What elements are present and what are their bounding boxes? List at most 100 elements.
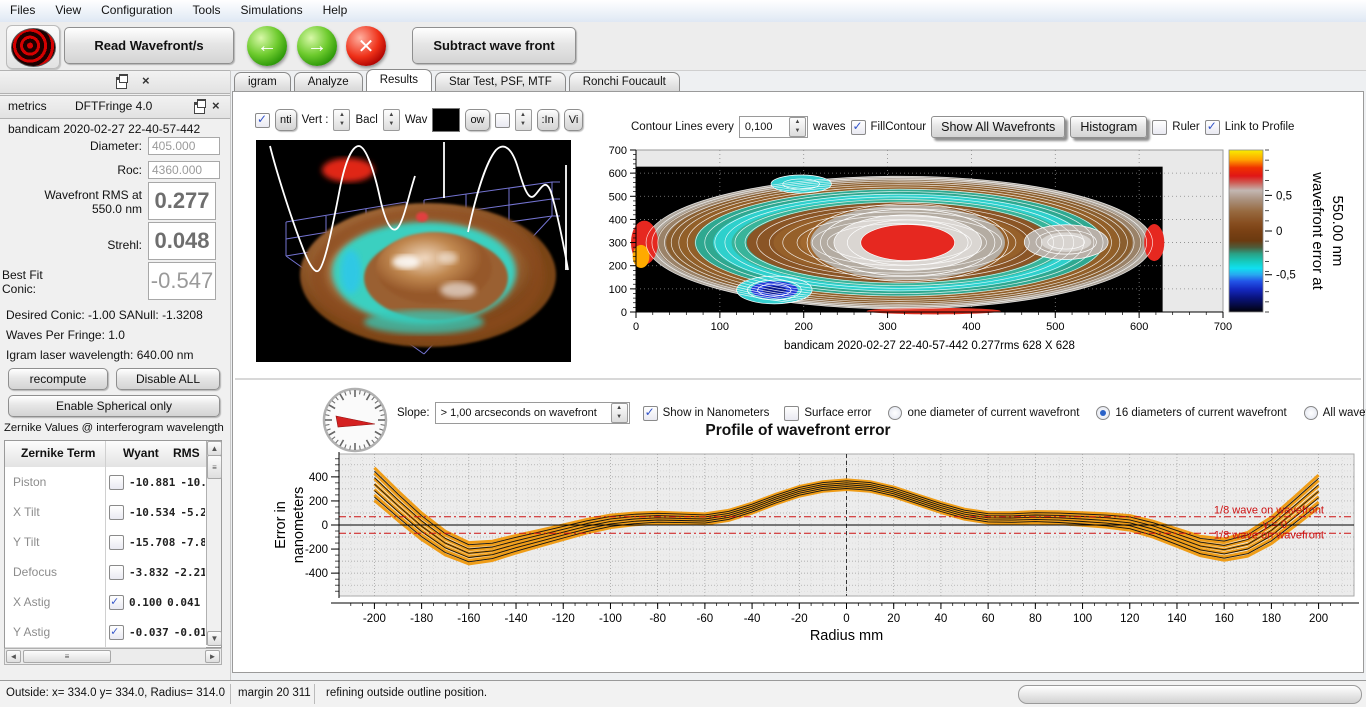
zernike-row-x-astig: X Astig0.1000.041: [5, 587, 206, 618]
col-wyant: Wyant: [123, 446, 159, 460]
metrics-titlebar: metrics DFTFringe 4.0 ×: [0, 95, 230, 119]
show-button[interactable]: ow: [465, 109, 489, 131]
histogram-button[interactable]: Histogram: [1070, 116, 1147, 138]
zernike-enable-checkbox[interactable]: [109, 565, 124, 580]
zernike-rms-value: -2.21: [174, 566, 205, 579]
tab-ronchi-foucault[interactable]: Ronchi Foucault: [569, 72, 680, 91]
vscroll-thumb[interactable]: ≡: [207, 455, 222, 479]
surface3d-spinner[interactable]: ▲▼: [515, 109, 532, 131]
zernike-enable-checkbox[interactable]: [109, 475, 124, 490]
zernike-wyant-value: 0.100: [129, 596, 162, 609]
link-to-profile-checkbox[interactable]: [1205, 120, 1220, 135]
interval-spinner-icon[interactable]: ▲▼: [789, 117, 806, 137]
one-diameter-radio[interactable]: [888, 406, 902, 420]
float-window-icon[interactable]: [194, 102, 205, 114]
zernike-rms-value: -0.01: [174, 626, 205, 639]
slope-label: Slope:: [397, 407, 430, 419]
diameter-field[interactable]: 405.000: [148, 137, 220, 155]
menu-files[interactable]: Files: [0, 0, 45, 22]
best-fit-conic-label: Best FitConic:: [0, 268, 144, 296]
view-button[interactable]: Vi: [564, 109, 584, 131]
zoom-in-button[interactable]: :In: [537, 109, 559, 131]
tab-results[interactable]: Results: [366, 69, 432, 91]
zernike-enable-checkbox[interactable]: [109, 505, 124, 520]
zernike-enable-checkbox[interactable]: [109, 535, 124, 550]
interferogram-button[interactable]: [6, 25, 60, 69]
profile-y-tick-label: 0: [322, 520, 328, 532]
zernike-row-y-tilt: Y Tilt-15.708-7.8: [5, 527, 206, 558]
back-spinner[interactable]: ▲▼: [383, 109, 400, 131]
col-rms: RMS: [173, 446, 200, 460]
zernike-enable-checkbox[interactable]: [109, 595, 124, 610]
profile-x-tick-label: -140: [505, 613, 528, 625]
close-icon[interactable]: ×: [142, 75, 150, 87]
zernike-vscrollbar[interactable]: ▲ ≡ ▼: [206, 441, 221, 645]
float-window-icon[interactable]: [116, 77, 127, 89]
surface-error-label: Surface error: [804, 407, 871, 419]
tab-star-test-psf-mtf[interactable]: Star Test, PSF, MTF: [435, 72, 566, 91]
enable-spherical-button[interactable]: Enable Spherical only: [8, 395, 220, 417]
close-icon[interactable]: ×: [212, 100, 220, 112]
surface-error-checkbox[interactable]: [784, 406, 799, 421]
profile-x-tick-label: -180: [410, 613, 433, 625]
subtract-wavefront-button[interactable]: Subtract wave front: [412, 27, 576, 64]
recompute-button[interactable]: recompute: [8, 368, 108, 390]
zernike-wyant-value: -10.881: [129, 476, 175, 489]
all-wavefronts-label: All wavefronts: [1323, 407, 1366, 419]
disable-all-button[interactable]: Disable ALL: [116, 368, 220, 390]
zernike-rms-value: -10.: [180, 476, 205, 489]
ruler-checkbox[interactable]: [1152, 120, 1167, 135]
scroll-up-icon[interactable]: ▲: [207, 441, 222, 456]
roc-label: Roc:: [0, 163, 142, 177]
metrics-title: metrics: [8, 99, 47, 113]
surface3d-plot[interactable]: [256, 140, 571, 362]
menu-configuration[interactable]: Configuration: [91, 0, 182, 22]
surface3d-checkbox[interactable]: [255, 113, 270, 128]
read-wavefronts-button[interactable]: Read Wavefront/s: [64, 27, 234, 64]
fillcontour-checkbox[interactable]: [851, 120, 866, 135]
zernike-rms-value: -5.2: [180, 506, 205, 519]
scroll-right-icon[interactable]: ►: [205, 650, 220, 663]
all-wavefronts-radio[interactable]: [1304, 406, 1318, 420]
profile-y-axis-title-line1: Error in: [273, 501, 289, 549]
tab-analyze[interactable]: Analyze: [294, 72, 363, 91]
profile-x-tick-label: -80: [649, 613, 666, 625]
scroll-down-icon[interactable]: ▼: [207, 631, 222, 646]
contour-x-tick-label: 600: [1130, 321, 1148, 333]
tab-igram[interactable]: igram: [234, 72, 291, 91]
menu-simulations[interactable]: Simulations: [231, 0, 313, 22]
surface3d-checkbox-2[interactable]: [495, 113, 510, 128]
background-color-swatch[interactable]: [432, 108, 460, 132]
slope-combobox[interactable]: > 1,00 arcseconds on wavefront ▲▼: [435, 402, 630, 424]
menu-tools[interactable]: Tools: [183, 0, 231, 22]
ruler-label: Ruler: [1172, 121, 1199, 133]
zernike-hscrollbar[interactable]: ◄ ≡ ►: [4, 648, 222, 665]
zernike-enable-checkbox[interactable]: [109, 625, 124, 640]
prev-wavefront-button[interactable]: ←: [247, 26, 287, 66]
hscroll-thumb[interactable]: ≡: [23, 650, 111, 663]
slope-spinner-icon[interactable]: ▲▼: [611, 403, 628, 423]
profile-x-tick-label: 80: [1029, 613, 1042, 625]
waves-label: waves: [813, 121, 846, 133]
sixteen-diameters-radio[interactable]: [1096, 406, 1110, 420]
menu-help[interactable]: Help: [313, 0, 358, 22]
menu-view[interactable]: View: [45, 0, 91, 22]
next-wavefront-button[interactable]: →: [297, 26, 337, 66]
profile-x-tick-label: 20: [887, 613, 900, 625]
contour-x-tick-label: 300: [878, 321, 896, 333]
delete-wavefront-button[interactable]: ✕: [346, 26, 386, 66]
colorbar-tick-label: -0,5: [1276, 270, 1296, 282]
anti-alias-button[interactable]: nti: [275, 109, 297, 131]
profile-x-tick-label: -100: [599, 613, 622, 625]
contour-caption: bandicam 2020-02-27 22-40-57-442 0.277rm…: [784, 340, 1075, 352]
show-nanometers-checkbox[interactable]: [643, 406, 658, 421]
profile-plot[interactable]: 1/8 wave on wavefronty = 01/8 wave on wa…: [261, 444, 1363, 656]
contour-interval-spinbox[interactable]: 0,100 ▲▼: [739, 116, 808, 138]
vert-spinner[interactable]: ▲▼: [333, 109, 350, 131]
show-all-wavefronts-button[interactable]: Show All Wavefronts: [931, 116, 1065, 138]
profile-x-tick-label: 60: [982, 613, 995, 625]
scroll-left-icon[interactable]: ◄: [6, 650, 21, 663]
link-to-profile-label: Link to Profile: [1225, 121, 1295, 133]
contour-plot[interactable]: 0010010020020030030040040050050060060070…: [601, 142, 1363, 372]
roc-field[interactable]: 4360.000: [148, 161, 220, 179]
